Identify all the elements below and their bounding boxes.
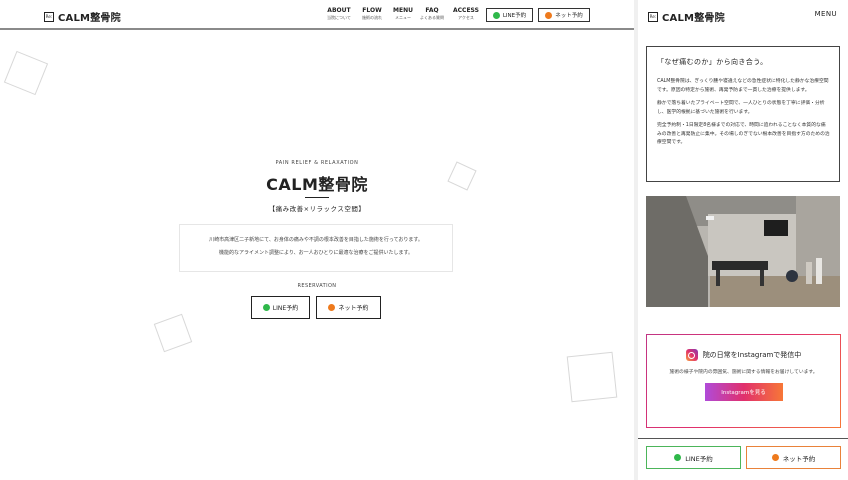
nav-item-menu[interactable]: MENU メニュー (393, 7, 413, 22)
nav-item-flow[interactable]: FLOW 施術の流れ (362, 7, 382, 22)
button-label: LINE予約 (272, 305, 299, 312)
nav-sublabel: アクセス (458, 15, 474, 20)
menu-button[interactable]: MENU (815, 10, 837, 18)
instagram-card: 院の日常をInstagramで発信中 施術の様子や院内の雰囲気、施術に関する情報… (646, 334, 841, 428)
logo-text: CALM整骨院 (662, 13, 725, 24)
clinic-interior-photo (646, 196, 840, 307)
intro-text: 機能的なアライメント調整により、お一人おひとりに最適な治療をご提供いたします。 (218, 250, 414, 256)
title-underline (305, 197, 329, 198)
check-icon (328, 304, 336, 311)
button-label: ネット予約 (782, 454, 816, 463)
nav-sublabel: 施術の流れ (362, 15, 382, 20)
hero-tagline: 【痛み改善×リラックス空間】 (268, 205, 366, 213)
decorative-square (566, 351, 618, 403)
decorative-square (153, 313, 193, 353)
nav-item-access[interactable]: ACCESS アクセス (453, 7, 479, 22)
reservation-label: RESERVATION (297, 283, 337, 289)
hero-subtitle: PAIN RELIEF & RELAXATION (275, 160, 359, 166)
site-logo[interactable]: Re: CALM整骨院 (648, 9, 725, 24)
intro-text: 川崎市高津区二子新地にて、お身体の痛みや不調の根本改善を目指した施術を行っており… (209, 237, 423, 243)
check-icon (545, 11, 553, 19)
logo-mark-icon: Re: (648, 11, 658, 22)
instagram-description: 施術の様子や院内の雰囲気、施術に関する情報をお届けしています。 (669, 370, 818, 375)
about-paragraph: 完全予約制・1日限定8名様までの対応で、時間に追われることなく本質的な痛みの改善… (657, 123, 830, 145)
line-icon (492, 11, 500, 19)
about-paragraph: 静かで落ち着いたプライベート空間で、一人ひとりの状態を丁寧に評価・分析し、医学的… (657, 101, 825, 115)
button-label: ネット予約 (338, 305, 369, 312)
nav-label: MENU (393, 7, 413, 14)
footer-line-button[interactable]: LINE予約 (646, 446, 741, 469)
nav-sublabel: 当院について (327, 15, 351, 20)
header-line-button[interactable]: LINE予約 (486, 8, 533, 22)
hero-section: PAIN RELIEF & RELAXATION CALM整骨院 【痛み改善×リ… (0, 160, 634, 213)
nav-item-faq[interactable]: FAQ よくある質問 (420, 7, 444, 22)
logo-mark-icon: Re: (44, 11, 54, 22)
instagram-title-text: 院の日常をInstagramで発信中 (702, 351, 802, 359)
hero-title: CALM整骨院 (266, 175, 368, 194)
footer-net-button[interactable]: ネット予約 (746, 446, 841, 469)
site-logo[interactable]: Re: CALM整骨院 (44, 9, 121, 24)
decorative-square (3, 50, 49, 96)
instagram-button[interactable]: Instagramを見る (704, 383, 783, 401)
main-page: Re: CALM整骨院 ABOUT 当院について FLOW 施術の流れ MENU… (0, 0, 634, 480)
mobile-panel: Re: CALM整骨院 MENU 「なぜ痛むのか」から向き合う。 CALM整骨院… (638, 0, 848, 480)
mobile-header: Re: CALM整骨院 MENU (638, 0, 848, 30)
line-reserve-button[interactable]: LINE予約 (251, 296, 310, 319)
instagram-icon (685, 349, 698, 361)
logo-text: CALM整骨院 (58, 13, 121, 24)
button-label: LINE予約 (685, 454, 713, 463)
instagram-title: 院の日常をInstagramで発信中 (647, 349, 840, 361)
line-icon (674, 454, 682, 461)
site-header: Re: CALM整骨院 ABOUT 当院について FLOW 施術の流れ MENU… (0, 0, 634, 30)
nav-item-about[interactable]: ABOUT 当院について (327, 7, 351, 22)
net-reserve-button[interactable]: ネット予約 (316, 296, 381, 319)
nav-label: ACCESS (453, 7, 479, 14)
intro-box: 川崎市高津区二子新地にて、お身体の痛みや不調の根本改善を目指した施術を行っており… (179, 224, 453, 272)
check-icon (771, 454, 779, 461)
button-label: LINE予約 (502, 13, 527, 19)
nav-label: ABOUT (327, 7, 351, 14)
button-label: ネット予約 (555, 13, 583, 19)
about-card: 「なぜ痛むのか」から向き合う。 CALM整骨院は、ぎっくり腰や寝違えなどの急性症… (646, 46, 840, 182)
line-icon (262, 304, 270, 311)
footer-divider (638, 438, 848, 439)
nav-label: FAQ (425, 7, 439, 14)
about-paragraph: CALM整骨院は、ぎっくり腰や寝違えなどの急性症状に特化した静かな治療空間です。… (657, 79, 829, 93)
header-net-button[interactable]: ネット予約 (538, 8, 590, 22)
button-label: Instagramを見る (721, 390, 766, 396)
about-heading: 「なぜ痛むのか」から向き合う。 (657, 58, 768, 66)
nav-sublabel: よくある質問 (420, 15, 444, 20)
nav-label: FLOW (362, 7, 382, 14)
nav-sublabel: メニュー (394, 15, 411, 20)
